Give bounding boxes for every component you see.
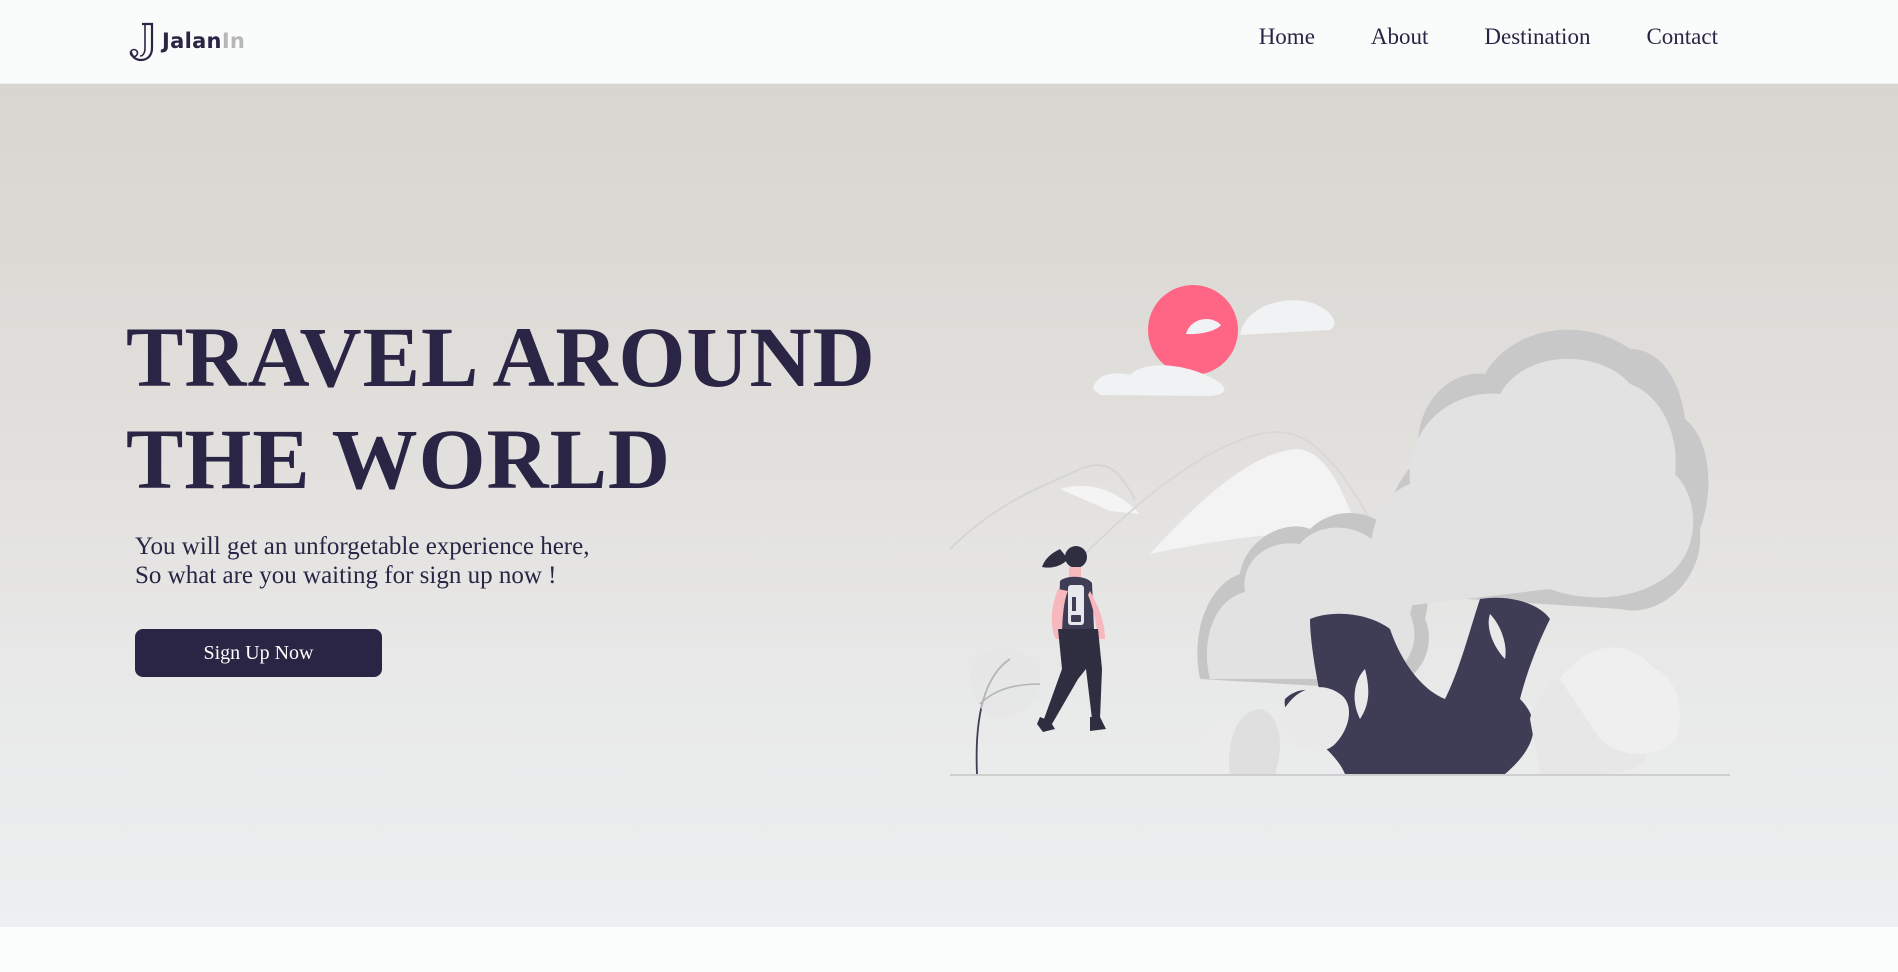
brand-logo[interactable]: JalanIn — [128, 20, 245, 62]
main-nav: Home About Destination Contact — [1259, 24, 1718, 50]
hero-subtitle-line2: So what are you waiting for sign up now … — [135, 562, 557, 589]
navbar: JalanIn Home About Destination Contact — [0, 0, 1898, 84]
hero-section: TRAVEL AROUND THE WORLD You will get an … — [0, 84, 1898, 927]
traveler-illustration-icon — [949, 285, 1730, 776]
brand-name-part1: Jalan — [162, 29, 222, 53]
hero-title-line2: THE WORLD — [126, 411, 672, 507]
hero-subtitle-line1: You will get an unforgetable experience … — [135, 533, 590, 560]
cloud-icon — [1240, 300, 1335, 335]
hero-title: TRAVEL AROUND THE WORLD — [126, 306, 876, 510]
hero-subtitle: You will get an unforgetable experience … — [135, 532, 589, 590]
nav-link-contact[interactable]: Contact — [1646, 24, 1718, 50]
brand-name-part2: In — [221, 29, 246, 53]
nav-link-destination[interactable]: Destination — [1484, 24, 1590, 50]
brand-name: JalanIn — [162, 29, 245, 53]
sign-up-button[interactable]: Sign Up Now — [135, 629, 382, 677]
j-letter-icon — [129, 22, 154, 62]
nav-link-home[interactable]: Home — [1259, 24, 1315, 50]
hero-title-line1: TRAVEL AROUND — [126, 309, 876, 405]
nav-link-about[interactable]: About — [1371, 24, 1429, 50]
traveler-figure — [1037, 546, 1106, 732]
